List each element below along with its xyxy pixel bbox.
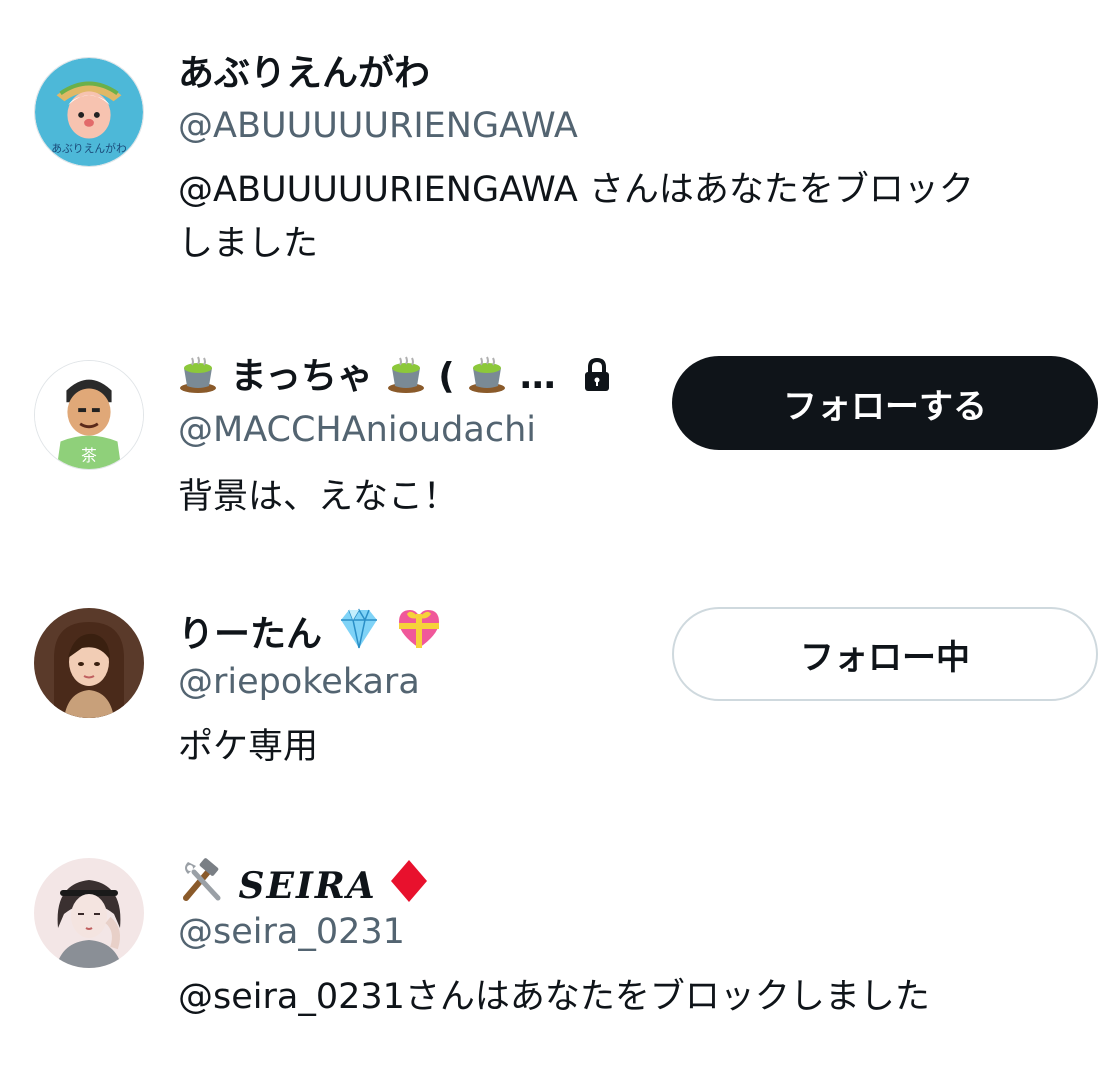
display-name-text: りーたん: [178, 614, 323, 655]
avatar[interactable]: [34, 608, 144, 718]
display-name-text: (: [438, 356, 455, 397]
display-name-ellipsis: …: [519, 356, 556, 397]
avatar[interactable]: [34, 858, 144, 968]
tea-icon: [469, 356, 506, 393]
user-handle[interactable]: @riepokekara: [178, 660, 420, 704]
user-handle[interactable]: @ABUUUUURIENGAWA: [178, 104, 578, 148]
gem-icon: [340, 608, 377, 649]
hammer-wrench-icon: [183, 858, 221, 901]
bio-line: @ABUUUUURIENGAWA さんはあなたをブロック: [178, 170, 974, 210]
lock-icon: [585, 358, 610, 391]
display-name-text: まっちゃ: [230, 356, 374, 397]
display-name-text: SEIRA: [238, 865, 377, 907]
tea-icon: [387, 356, 424, 393]
svg-text:茶: 茶: [81, 446, 97, 465]
bio-line: しました: [178, 224, 319, 264]
display-name[interactable]: あぶりえんがわ: [178, 52, 430, 96]
display-name[interactable]: SEIRA: [178, 858, 429, 909]
following-button[interactable]: フォロー中: [672, 607, 1098, 701]
user-cell-2[interactable]: 茶 まっちゃ ( … @MACCHAnioudachi 背景は、えなこ！ フォロ…: [0, 300, 1099, 570]
user-bio: ポケ専用: [178, 727, 319, 767]
display-name[interactable]: りーたん: [178, 606, 443, 657]
svg-text:あぶりえんがわ: あぶりえんがわ: [51, 141, 127, 155]
user-cell-4[interactable]: SEIRA @seira_0231 @seira_0231さんはあなたをブロック…: [0, 820, 1099, 1085]
user-cell-3[interactable]: りーたん @riepokekara ポケ専用 フォロー中: [0, 570, 1099, 820]
user-bio: @ABUUUUURIENGAWA さんはあなたをブロック しました: [178, 163, 974, 271]
avatar[interactable]: 茶: [34, 360, 144, 470]
user-handle[interactable]: @seira_0231: [178, 910, 405, 954]
display-name[interactable]: まっちゃ ( …: [178, 354, 612, 399]
heart-ribbon-icon: [399, 610, 440, 648]
follow-button[interactable]: フォローする: [672, 356, 1098, 450]
user-cell-1[interactable]: あぶりえんがわ あぶりえんがわ @ABUUUUURIENGAWA @ABUUUU…: [0, 0, 1099, 300]
tea-icon: [180, 356, 216, 393]
user-handle[interactable]: @MACCHAnioudachi: [178, 408, 536, 452]
diamond-suit-icon: [391, 860, 428, 902]
avatar[interactable]: あぶりえんがわ: [34, 57, 144, 167]
user-bio: 背景は、えなこ！: [178, 477, 459, 517]
user-bio: @seira_0231さんはあなたをブロックしました: [178, 977, 930, 1017]
